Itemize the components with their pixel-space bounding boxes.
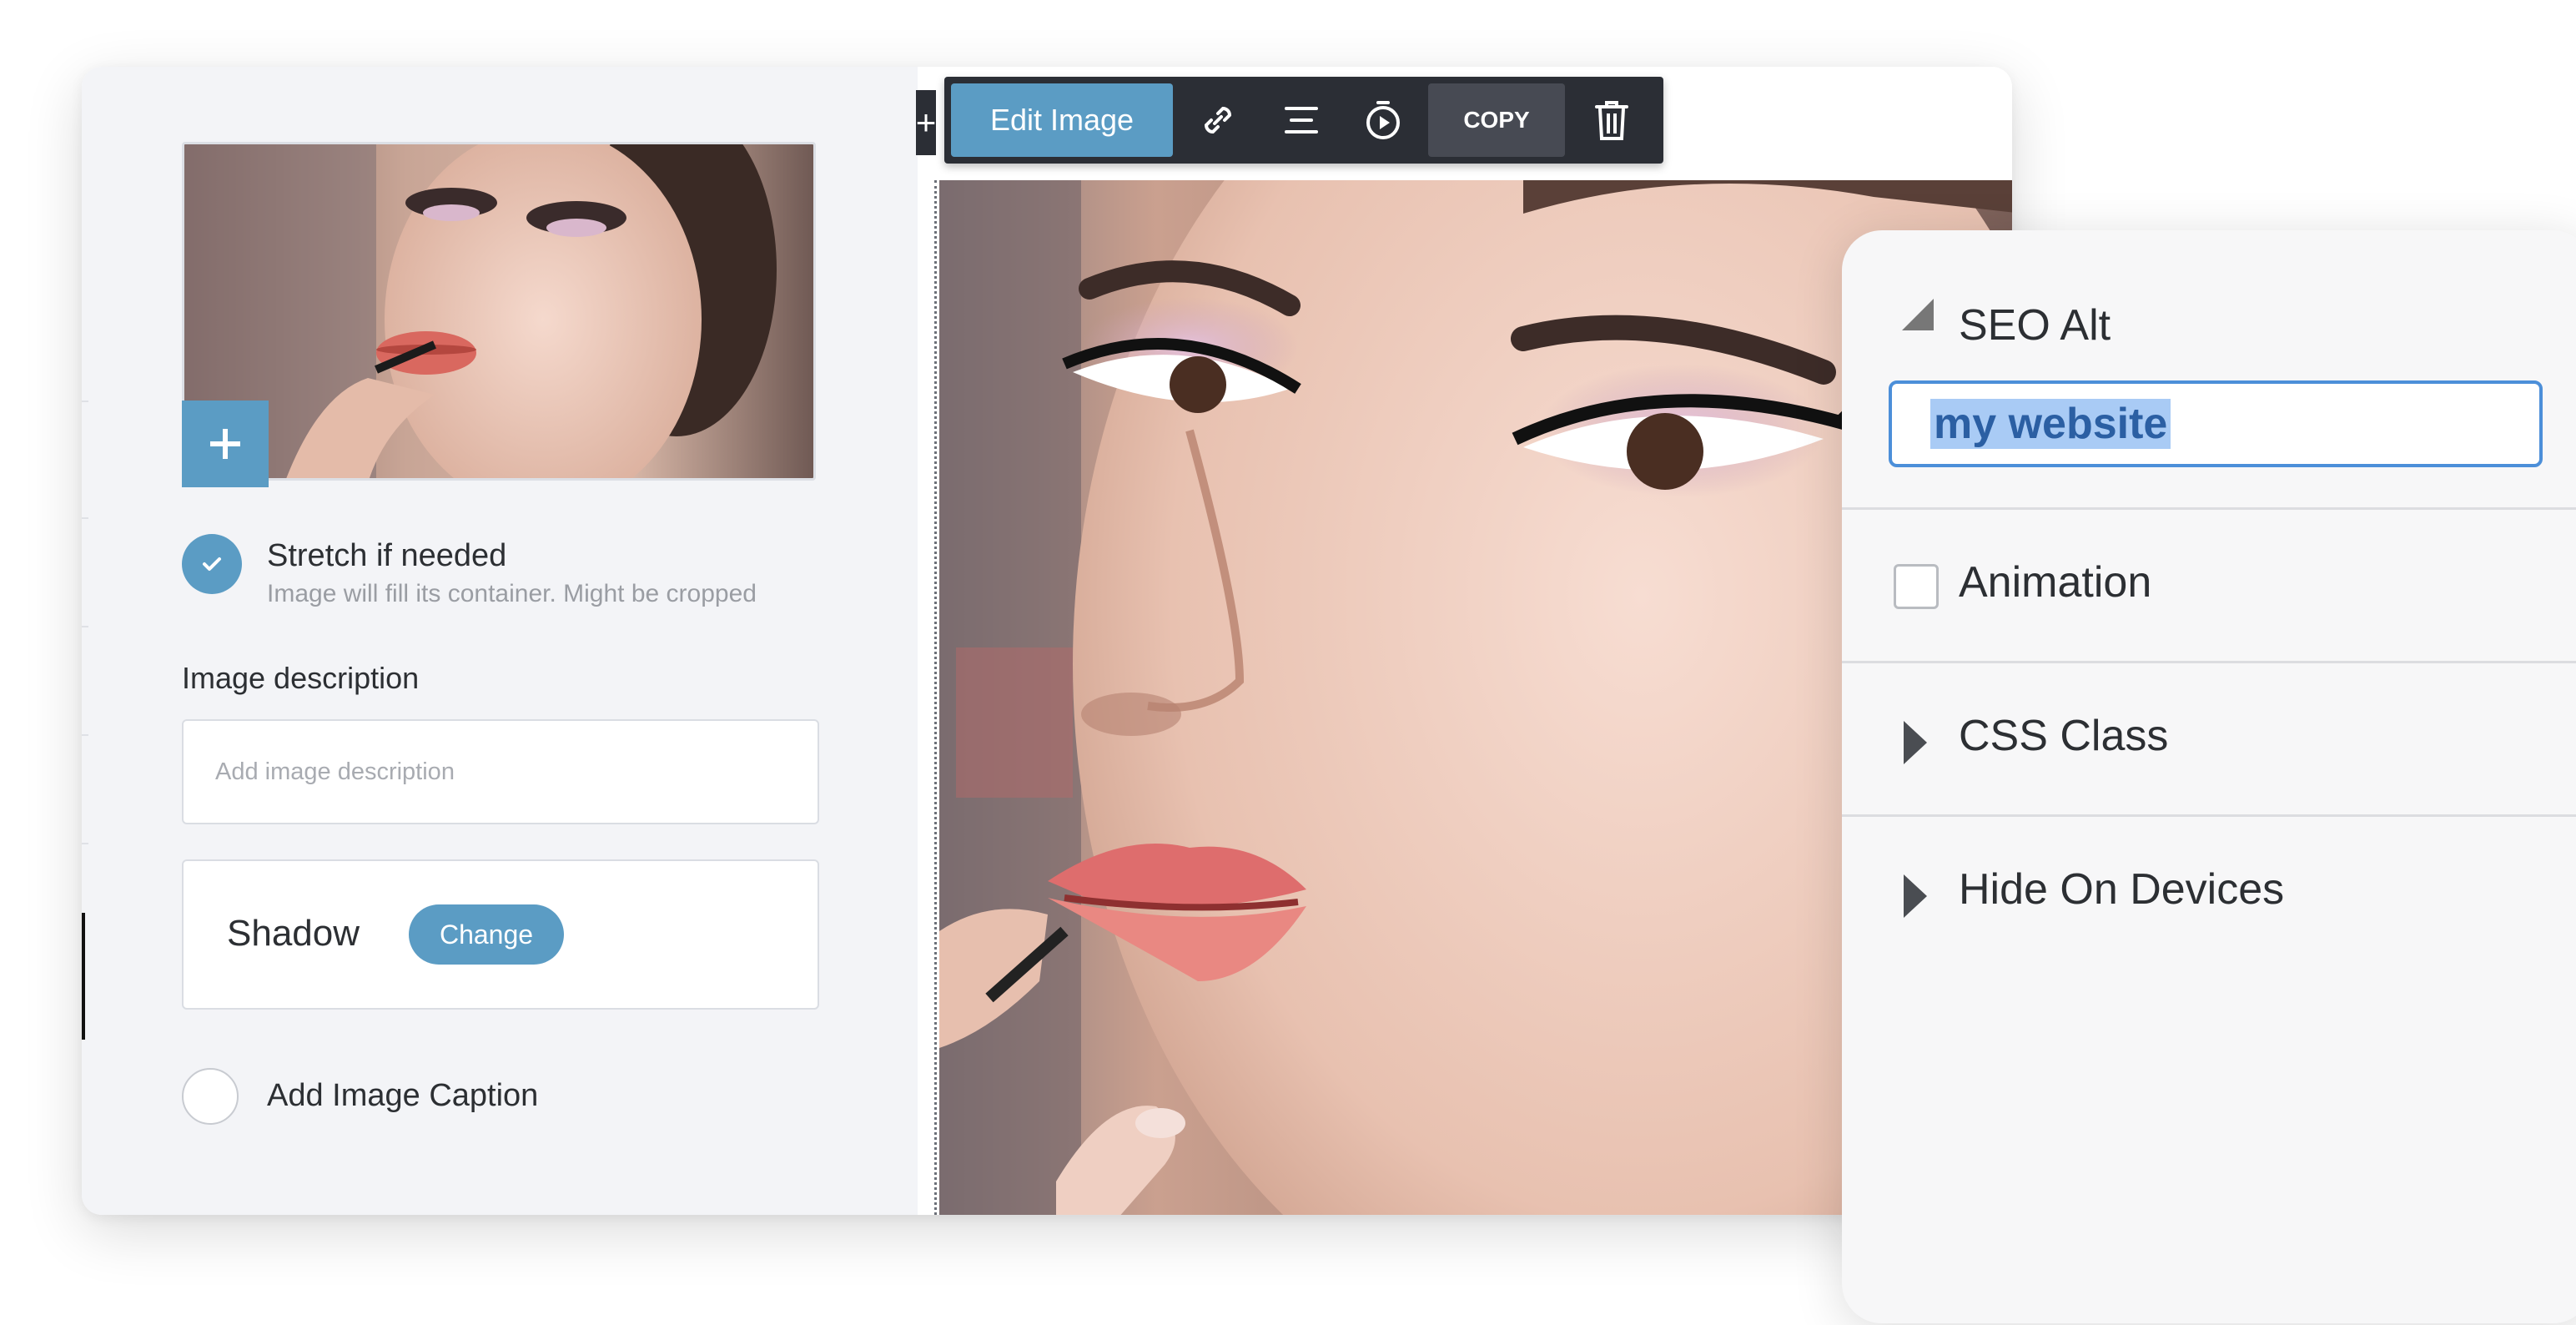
hide-on-devices-label[interactable]: Hide On Devices: [1959, 864, 2284, 914]
image-toolbar: Edit Image COPY: [944, 77, 1663, 164]
collapse-triangle-icon[interactable]: [1902, 299, 1934, 330]
guide-tick: [82, 626, 88, 627]
seo-alt-input[interactable]: my website: [1889, 380, 2543, 467]
shadow-change-button[interactable]: Change: [409, 904, 564, 965]
divider: [1842, 507, 2576, 510]
editor-card: Stretch if needed Image will fill its co…: [82, 67, 2012, 1215]
timer-icon: [1366, 101, 1400, 139]
css-class-label[interactable]: CSS Class: [1959, 711, 2168, 761]
divider: [1842, 814, 2576, 817]
copy-button[interactable]: COPY: [1428, 83, 1565, 157]
shadow-setting: Shadow Change: [182, 859, 819, 1010]
guide-tick: [82, 843, 88, 844]
image-settings-panel: Stretch if needed Image will fill its co…: [82, 67, 918, 1215]
stretch-label: Stretch if needed: [267, 538, 507, 573]
align-button[interactable]: [1260, 83, 1343, 157]
add-element-handle[interactable]: +: [916, 90, 936, 155]
link-icon: [1204, 106, 1232, 134]
checkmark-icon: [203, 557, 221, 571]
delete-button[interactable]: [1570, 83, 1653, 157]
edit-image-button[interactable]: Edit Image: [951, 83, 1173, 157]
animation-timer-button[interactable]: [1341, 83, 1425, 157]
link-button[interactable]: [1176, 83, 1260, 157]
thumbnail-photo: [184, 144, 813, 478]
stretch-checkbox[interactable]: [182, 534, 242, 594]
advanced-settings-panel: SEO Alt my website Animation CSS Class H…: [1842, 230, 2576, 1323]
guide-tick: [82, 734, 88, 736]
plus-icon: [210, 429, 240, 459]
guide-marker: [82, 913, 85, 1040]
caption-label: Add Image Caption: [267, 1078, 539, 1113]
animation-checkbox[interactable]: [1894, 564, 1939, 609]
seo-alt-label: SEO Alt: [1959, 301, 2111, 350]
animation-label: Animation: [1959, 558, 2152, 607]
align-icon: [1285, 107, 1318, 134]
guide-tick: [82, 517, 88, 519]
add-image-button[interactable]: [182, 401, 269, 487]
caption-checkbox[interactable]: [182, 1068, 239, 1125]
guide-tick: [82, 401, 88, 402]
image-frame-border: [934, 180, 937, 1215]
divider: [1842, 661, 2576, 663]
seo-alt-value: my website: [1930, 399, 2171, 449]
image-description-input[interactable]: Add image description: [182, 719, 819, 824]
caret-right-icon[interactable]: [1904, 721, 1927, 764]
stretch-hint: Image will fill its container. Might be …: [267, 580, 757, 607]
trash-icon: [1595, 101, 1628, 140]
shadow-label: Shadow: [227, 913, 360, 954]
image-description-label: Image description: [182, 661, 420, 695]
caret-right-icon[interactable]: [1904, 874, 1927, 918]
image-thumbnail[interactable]: [182, 142, 816, 481]
